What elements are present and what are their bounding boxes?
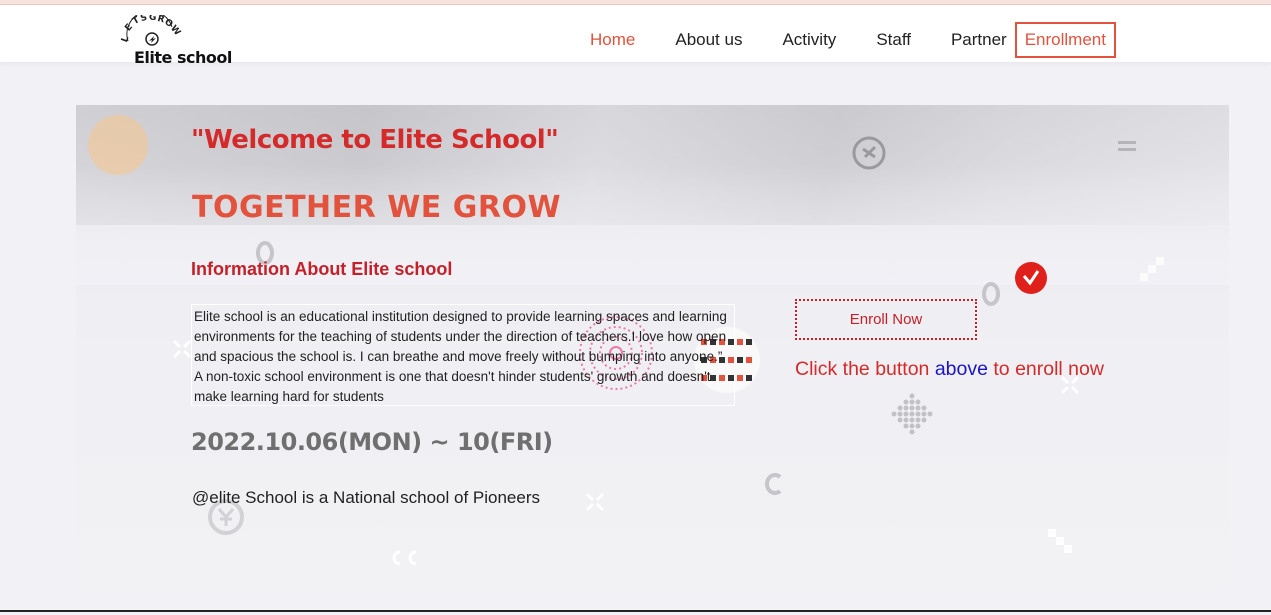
nav-enrollment-button[interactable]: Enrollment bbox=[1014, 22, 1116, 58]
nav-partner[interactable]: Partner bbox=[951, 30, 1007, 50]
brand-name: Elite school bbox=[134, 48, 232, 67]
c-glyph-icon bbox=[765, 473, 782, 495]
enroll-prompt: Click the button above to enroll now bbox=[795, 358, 1104, 381]
svg-text:L: L bbox=[120, 35, 131, 44]
zero-glyph-right-icon bbox=[982, 282, 1000, 306]
info-description: Elite school is an educational instituti… bbox=[191, 304, 735, 406]
currency-circle-icon bbox=[852, 136, 886, 170]
navbar: L E T S G R O W Elite school Home About … bbox=[0, 5, 1271, 67]
nav-activity[interactable]: Activity bbox=[782, 30, 836, 50]
orange-dot-circle-icon bbox=[88, 115, 148, 175]
hero-headline: TOGETHER WE GROW bbox=[192, 190, 562, 225]
enroll-prompt-start: Click the button bbox=[795, 358, 935, 380]
svg-text:E: E bbox=[123, 22, 135, 33]
svg-text:S: S bbox=[139, 15, 148, 24]
event-dates: 2022.10.06(MON) ~ 10(FRI) bbox=[191, 428, 553, 456]
gray-dot-diamond-icon bbox=[891, 393, 933, 435]
school-tagline: @elite School is a National school of Pi… bbox=[192, 488, 541, 507]
main-nav: Home About us Activity Staff Partner Enr… bbox=[590, 22, 1116, 58]
nav-about-us[interactable]: About us bbox=[675, 30, 742, 50]
red-check-arrow-icon bbox=[1015, 262, 1047, 294]
enroll-now-button[interactable]: Enroll Now bbox=[795, 299, 977, 340]
page-bottom-divider bbox=[0, 610, 1271, 612]
nav-home[interactable]: Home bbox=[590, 30, 635, 50]
welcome-heading: "Welcome to Elite School" bbox=[191, 125, 559, 155]
nav-staff[interactable]: Staff bbox=[876, 30, 911, 50]
enroll-prompt-end: to enroll now bbox=[987, 358, 1104, 380]
double-c-glyph-icon bbox=[392, 550, 417, 566]
pixel-stairs-icon bbox=[1140, 257, 1164, 281]
enroll-prompt-highlight: above bbox=[934, 358, 988, 380]
site-logo[interactable]: L E T S G R O W Elite school bbox=[120, 15, 232, 67]
info-title: Information About Elite school bbox=[191, 259, 453, 279]
svg-text:G: G bbox=[149, 15, 156, 23]
pixel-stairs-bottom-icon bbox=[1048, 529, 1072, 553]
cross-mark-bottom-icon bbox=[585, 492, 605, 512]
equals-icon bbox=[1118, 141, 1136, 151]
